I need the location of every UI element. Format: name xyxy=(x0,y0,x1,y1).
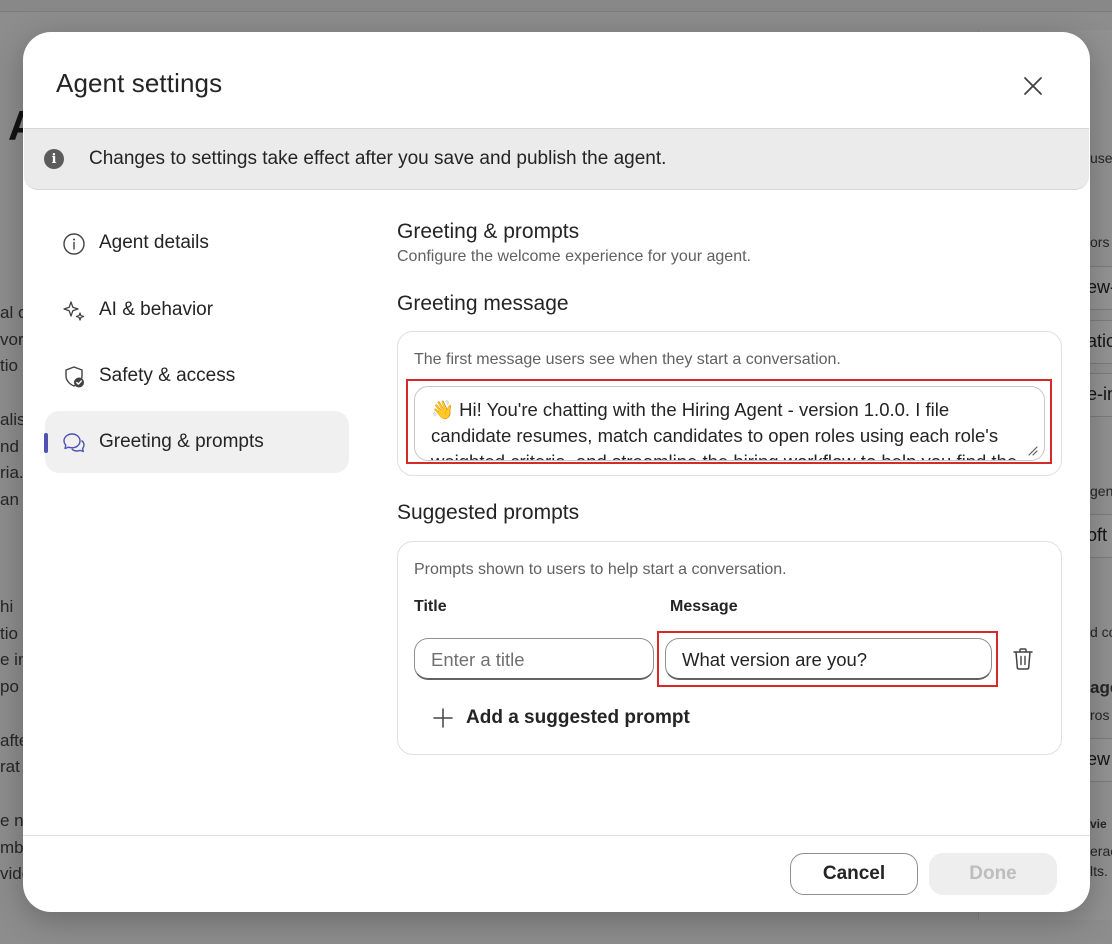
greeting-hint: The first message users see when they st… xyxy=(414,351,841,368)
dialog-title: Agent settings xyxy=(56,68,223,98)
message-column-label: Message xyxy=(670,598,738,615)
greeting-message-textarea[interactable]: 👋 Hi! You're chatting with the Hiring Ag… xyxy=(414,386,1045,461)
done-button[interactable]: Done xyxy=(929,853,1057,895)
info-banner: i Changes to settings take effect after … xyxy=(24,128,1089,190)
delete-prompt-icon[interactable] xyxy=(1010,646,1036,672)
close-button[interactable] xyxy=(1019,72,1047,100)
add-suggested-prompt-button[interactable]: Add a suggested prompt xyxy=(431,703,690,733)
prompt-title-input[interactable]: Enter a title xyxy=(414,638,654,680)
chat-bubbles-icon xyxy=(63,433,85,453)
plus-icon xyxy=(433,708,453,728)
prompt-message-value: What version are you? xyxy=(682,649,868,670)
agent-settings-dialog: Agent settings i Changes to settings tak… xyxy=(23,32,1090,912)
sparkle-icon xyxy=(63,301,85,321)
nav-item-greeting-prompts[interactable]: Greeting & prompts xyxy=(44,411,349,473)
prompt-message-input[interactable]: What version are you? xyxy=(665,638,992,680)
prompts-heading: Suggested prompts xyxy=(397,501,580,524)
info-icon: i xyxy=(44,149,64,169)
content-subtitle: Configure the welcome experience for you… xyxy=(397,248,751,265)
banner-text: Changes to settings take effect after yo… xyxy=(89,148,667,169)
content-title: Greeting & prompts xyxy=(397,220,580,243)
greeting-heading: Greeting message xyxy=(397,292,569,315)
prompts-hint: Prompts shown to users to help start a c… xyxy=(414,561,787,578)
add-suggested-prompt-label: Add a suggested prompt xyxy=(466,707,690,728)
nav-item-safety-access[interactable]: Safety & access xyxy=(45,345,349,407)
cancel-button[interactable]: Cancel xyxy=(790,853,918,895)
nav-item-ai-behavior[interactable]: AI & behavior xyxy=(45,279,349,341)
nav-item-label: Agent details xyxy=(99,232,209,253)
close-icon xyxy=(1024,77,1042,95)
resize-handle-icon[interactable] xyxy=(1026,444,1038,456)
nav-item-agent-details[interactable]: Agent details xyxy=(45,212,349,274)
info-icon xyxy=(63,233,85,255)
nav-item-label: AI & behavior xyxy=(99,299,214,320)
footer-divider xyxy=(23,835,1090,836)
nav-item-label: Greeting & prompts xyxy=(99,431,264,452)
shield-check-icon xyxy=(65,366,84,388)
nav-item-label: Safety & access xyxy=(99,365,236,386)
title-column-label: Title xyxy=(414,598,447,615)
prompt-title-placeholder: Enter a title xyxy=(431,649,525,670)
greeting-message-text: 👋 Hi! You're chatting with the Hiring Ag… xyxy=(431,399,1017,460)
active-indicator xyxy=(44,433,48,453)
